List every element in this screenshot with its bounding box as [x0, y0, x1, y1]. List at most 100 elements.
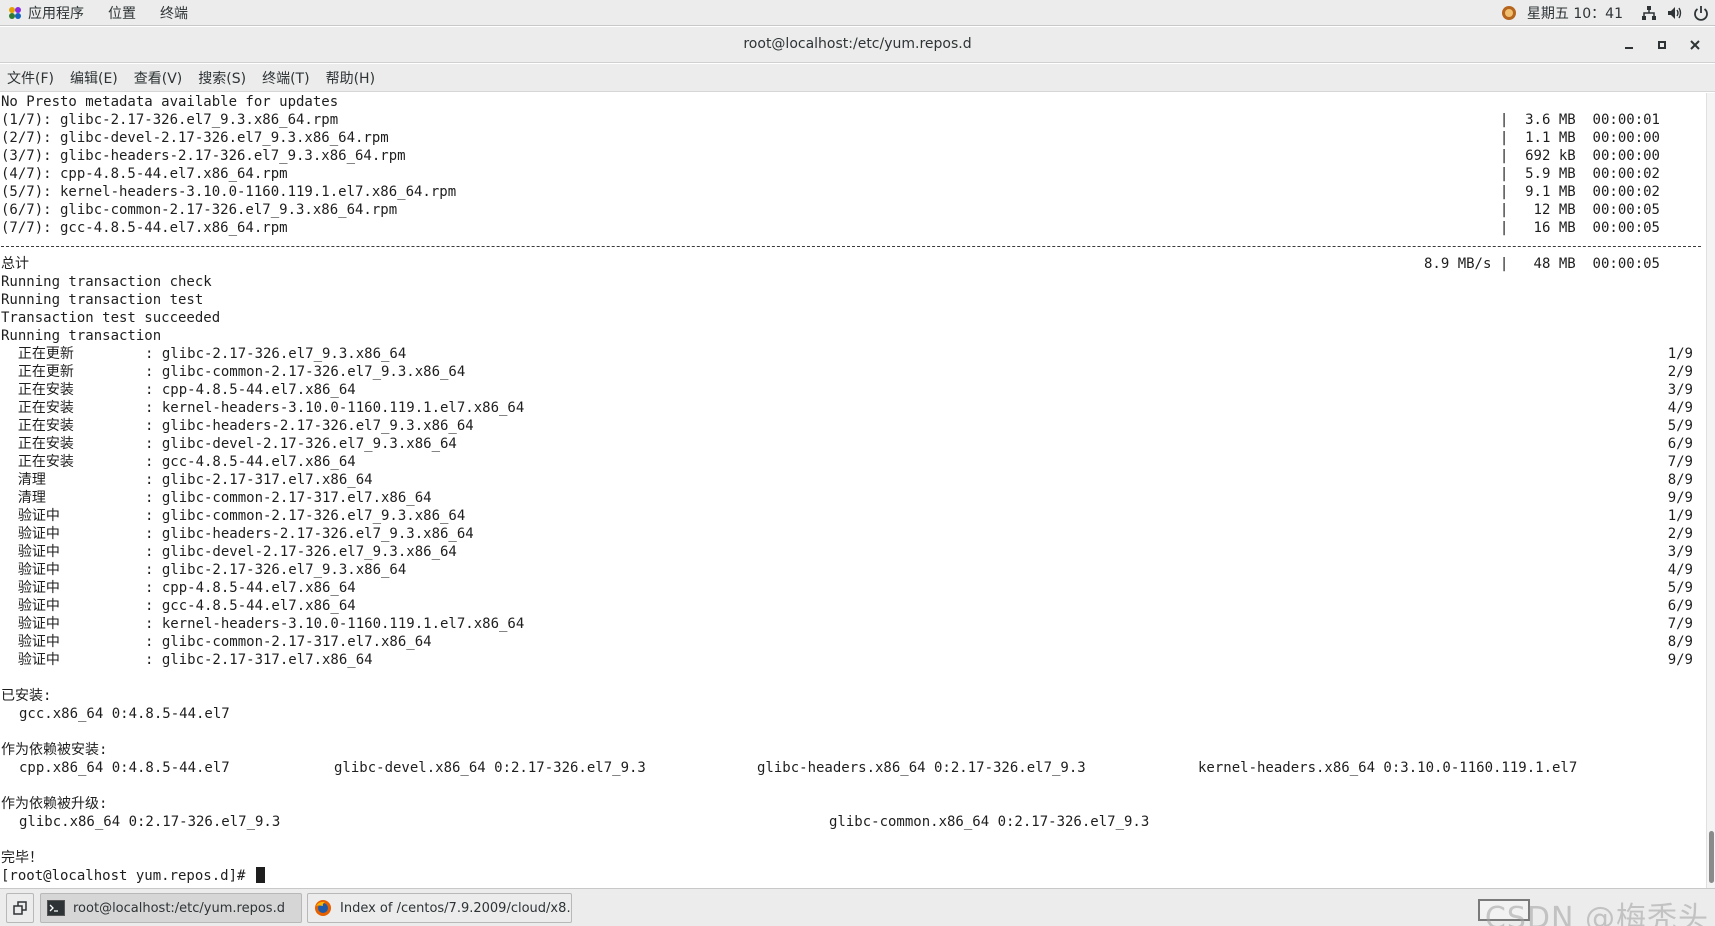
dep-upgraded-package: glibc.x86_64 0:2.17-326.el7_9.3	[19, 814, 281, 830]
terminal-scrollbar[interactable]	[1706, 93, 1715, 888]
transaction-package: : glibc-common-2.17-326.el7_9.3.x86_64	[145, 364, 466, 380]
download-name: (3/7): glibc-headers-2.17-326.el7_9.3.x8…	[1, 148, 406, 164]
transaction-line: 清理 : glibc-2.17-317.el7.x86_64 8/9	[1, 471, 1706, 489]
transaction-line: 验证中 : glibc-common-2.17-317.el7.x86_64 8/…	[1, 633, 1706, 651]
show-desktop-button[interactable]	[6, 893, 34, 923]
taskbar-item-firefox[interactable]: Index of /centos/7.9.2009/cloud/x8…	[307, 893, 572, 923]
avatar-icon[interactable]	[1501, 5, 1517, 21]
menu-search[interactable]: 搜索(S)	[198, 68, 246, 88]
scrollbar-thumb[interactable]	[1709, 831, 1714, 883]
transaction-package: : gcc-4.8.5-44.el7.x86_64	[145, 598, 356, 614]
network-icon[interactable]	[1641, 5, 1657, 21]
dep-installed-package: glibc-devel.x86_64 0:2.17-326.el7_9.3	[334, 760, 646, 776]
download-name: (1/7): glibc-2.17-326.el7_9.3.x86_64.rpm	[1, 112, 339, 128]
panel-menu-applications[interactable]: 应用程序	[28, 3, 84, 23]
transaction-line: 验证中 : glibc-devel-2.17-326.el7_9.3.x86_6…	[1, 543, 1706, 561]
apps-logo-icon[interactable]	[8, 6, 22, 20]
transaction-line: 正在安装 : gcc-4.8.5-44.el7.x86_64 7/9	[1, 453, 1706, 471]
terminal-line: No Presto metadata available for updates	[1, 94, 339, 110]
transaction-package: : glibc-2.17-326.el7_9.3.x86_64	[145, 346, 407, 362]
download-name: (7/7): gcc-4.8.5-44.el7.x86_64.rpm	[1, 220, 288, 236]
taskbar-item-terminal[interactable]: root@localhost:/etc/yum.repos.d	[40, 893, 302, 923]
top-panel: 应用程序 位置 终端 星期五 10：41	[0, 0, 1715, 26]
power-icon[interactable]	[1693, 5, 1709, 21]
dep-upgraded-label: 作为依赖被升级:	[1, 796, 108, 812]
menu-file[interactable]: 文件(F)	[7, 68, 54, 88]
dep-installed-package: glibc-headers.x86_64 0:2.17-326.el7_9.3	[757, 760, 1086, 776]
transaction-action: 验证中	[1, 508, 111, 524]
transaction-action: 验证中	[1, 634, 111, 650]
download-name: (4/7): cpp-4.8.5-44.el7.x86_64.rpm	[1, 166, 288, 182]
transaction-line: 清理 : glibc-common-2.17-317.el7.x86_64 9/9	[1, 489, 1706, 507]
transaction-package: : glibc-2.17-317.el7.x86_64	[145, 652, 373, 668]
transaction-line: 验证中 : glibc-headers-2.17-326.el7_9.3.x86…	[1, 525, 1706, 543]
transaction-action: 验证中	[1, 544, 111, 560]
download-line: (7/7): gcc-4.8.5-44.el7.x86_64.rpm | 16 M…	[1, 219, 1706, 237]
maximize-icon	[1658, 41, 1666, 49]
menu-edit[interactable]: 编辑(E)	[70, 68, 118, 88]
transaction-progress: 8/9	[1667, 634, 1693, 650]
clock[interactable]: 星期五 10：41	[1527, 3, 1623, 23]
transaction-package: : gcc-4.8.5-44.el7.x86_64	[145, 454, 356, 470]
download-stat: | 1.1 MB 00:00:00	[1499, 130, 1660, 146]
dep-installed-label: 作为依赖被安装:	[1, 742, 108, 758]
transaction-progress: 4/9	[1667, 562, 1693, 578]
transaction-action: 验证中	[1, 652, 111, 668]
transaction-progress: 7/9	[1667, 454, 1693, 470]
download-line: (2/7): glibc-devel-2.17-326.el7_9.3.x86_…	[1, 129, 1706, 147]
transaction-package: : cpp-4.8.5-44.el7.x86_64	[145, 382, 356, 398]
transaction-action: 清理	[1, 472, 114, 488]
volume-icon[interactable]	[1667, 5, 1683, 21]
transaction-package: : glibc-common-2.17-326.el7_9.3.x86_64	[145, 508, 466, 524]
transaction-progress: 6/9	[1667, 436, 1693, 452]
close-icon	[1690, 40, 1700, 50]
menu-terminal[interactable]: 终端(T)	[262, 68, 309, 88]
transaction-action: 正在安装	[1, 418, 108, 434]
installed-line: gcc.x86_64 0:4.8.5-44.el7	[1, 705, 1706, 723]
transaction-action: 正在更新	[1, 346, 108, 362]
download-line: (6/7): glibc-common-2.17-326.el7_9.3.x86…	[1, 201, 1706, 219]
download-stat: | 3.6 MB 00:00:01	[1499, 112, 1660, 128]
transaction-package: : glibc-headers-2.17-326.el7_9.3.x86_64	[145, 526, 474, 542]
transaction-package: : glibc-devel-2.17-326.el7_9.3.x86_64	[145, 436, 457, 452]
transaction-progress: 9/9	[1667, 652, 1693, 668]
transaction-line: 验证中 : glibc-2.17-317.el7.x86_64 9/9	[1, 651, 1706, 669]
taskbar-item-label: root@localhost:/etc/yum.repos.d	[73, 900, 285, 916]
text-cursor	[255, 867, 265, 883]
download-stat: | 5.9 MB 00:00:02	[1499, 166, 1660, 182]
panel-menu-terminal[interactable]: 终端	[160, 3, 188, 23]
dep-installed-package: cpp.x86_64 0:4.8.5-44.el7	[19, 760, 230, 776]
terminal-area[interactable]: No Presto metadata available for updates…	[0, 93, 1706, 888]
transaction-line: 正在安装 : cpp-4.8.5-44.el7.x86_64 3/9	[1, 381, 1706, 399]
panel-menu-places[interactable]: 位置	[108, 3, 136, 23]
dep-installed-line: cpp.x86_64 0:4.8.5-44.el7 glibc-devel.x8…	[1, 759, 1706, 777]
transaction-progress: 2/9	[1667, 526, 1693, 542]
transaction-action: 正在安装	[1, 454, 108, 470]
transaction-package: : kernel-headers-3.10.0-1160.119.1.el7.x…	[145, 616, 525, 632]
transaction-line: 正在安装 : glibc-devel-2.17-326.el7_9.3.x86_…	[1, 435, 1706, 453]
prompt-line[interactable]: [root@localhost yum.repos.d]#	[1, 867, 1706, 885]
transaction-package: : glibc-2.17-326.el7_9.3.x86_64	[145, 562, 407, 578]
transaction-progress: 6/9	[1667, 598, 1693, 614]
transaction-action: 清理	[1, 490, 114, 506]
taskbar-item-label: Index of /centos/7.9.2009/cloud/x8…	[340, 900, 572, 916]
maximize-button[interactable]	[1650, 33, 1674, 57]
minimize-button[interactable]	[1617, 33, 1641, 57]
menu-help[interactable]: 帮助(H)	[326, 68, 375, 88]
download-line: (5/7): kernel-headers-3.10.0-1160.119.1.…	[1, 183, 1706, 201]
transaction-action: 正在安装	[1, 382, 108, 398]
menu-view[interactable]: 查看(V)	[134, 68, 183, 88]
installed-label: 已安装:	[1, 688, 52, 704]
terminal-icon	[47, 900, 65, 916]
transaction-progress: 3/9	[1667, 382, 1693, 398]
transaction-action: 验证中	[1, 598, 111, 614]
transaction-package: : glibc-common-2.17-317.el7.x86_64	[145, 634, 432, 650]
close-button[interactable]	[1683, 33, 1707, 57]
window-titlebar[interactable]: root@localhost:/etc/yum.repos.d	[0, 27, 1715, 63]
download-name: (6/7): glibc-common-2.17-326.el7_9.3.x86…	[1, 202, 398, 218]
dep-upgraded-package: glibc-common.x86_64 0:2.17-326.el7_9.3	[829, 814, 1150, 830]
transaction-line: 验证中 : glibc-2.17-326.el7_9.3.x86_64 4/9	[1, 561, 1706, 579]
watermark: CSDN @梅秃头	[1484, 901, 1709, 926]
panel-menu: 应用程序 位置 终端	[0, 0, 212, 26]
